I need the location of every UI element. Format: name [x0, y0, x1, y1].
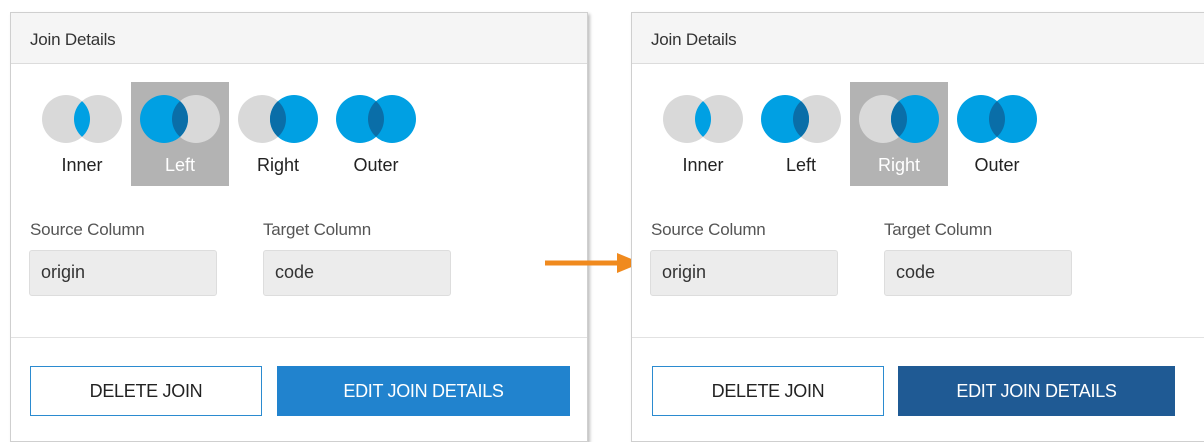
target-column-field[interactable]: code	[263, 250, 451, 296]
join-label: Outer	[353, 155, 399, 175]
source-column-label: Source Column	[30, 220, 145, 239]
join-option-left[interactable]: Left	[752, 82, 850, 186]
outer-join-icon	[957, 95, 1037, 143]
inner-join-icon	[663, 95, 743, 143]
right-join-icon	[859, 95, 939, 143]
join-label: Outer	[974, 155, 1020, 175]
join-option-inner[interactable]: Inner	[33, 82, 131, 186]
source-column-field[interactable]: origin	[29, 250, 217, 296]
join-option-right[interactable]: Right	[850, 82, 948, 186]
join-label: Inner	[61, 155, 103, 175]
join-option-inner[interactable]: Inner	[654, 82, 752, 186]
panel-title: Join Details	[651, 30, 737, 49]
delete-join-button[interactable]: DELETE JOIN	[30, 366, 262, 416]
join-details-panel: Join Details Inner Left Right Outer Sour…	[631, 12, 1204, 442]
target-column-field[interactable]: code	[884, 250, 1072, 296]
edit-join-details-button[interactable]: EDIT JOIN DETAILS	[898, 366, 1175, 416]
join-label: Left	[785, 155, 817, 175]
join-option-left[interactable]: Left	[131, 82, 229, 186]
right-join-icon	[238, 95, 318, 143]
join-option-outer[interactable]: Outer	[327, 82, 425, 186]
left-join-icon	[761, 95, 841, 143]
divider	[632, 337, 1204, 338]
join-label: Inner	[682, 155, 724, 175]
join-option-right[interactable]: Right	[229, 82, 327, 186]
delete-join-button[interactable]: DELETE JOIN	[652, 366, 884, 416]
edit-join-details-button[interactable]: EDIT JOIN DETAILS	[277, 366, 570, 416]
join-option-outer[interactable]: Outer	[948, 82, 1046, 186]
source-column-label: Source Column	[651, 220, 766, 239]
source-column-field[interactable]: origin	[650, 250, 838, 296]
right-arrow-icon	[545, 253, 641, 273]
panel-header: Join Details	[632, 13, 1204, 64]
panel-header: Join Details	[11, 13, 587, 64]
divider	[11, 337, 587, 338]
join-label: Left	[164, 155, 196, 175]
target-column-label: Target Column	[884, 220, 992, 239]
inner-join-icon	[42, 95, 122, 143]
target-column-label: Target Column	[263, 220, 371, 239]
panel-title: Join Details	[30, 30, 116, 49]
join-label: Right	[877, 155, 921, 175]
join-label: Right	[256, 155, 300, 175]
left-join-icon	[140, 95, 220, 143]
outer-join-icon	[336, 95, 416, 143]
join-details-panel: Join Details Inner Left Right Outer Sour…	[10, 12, 588, 442]
